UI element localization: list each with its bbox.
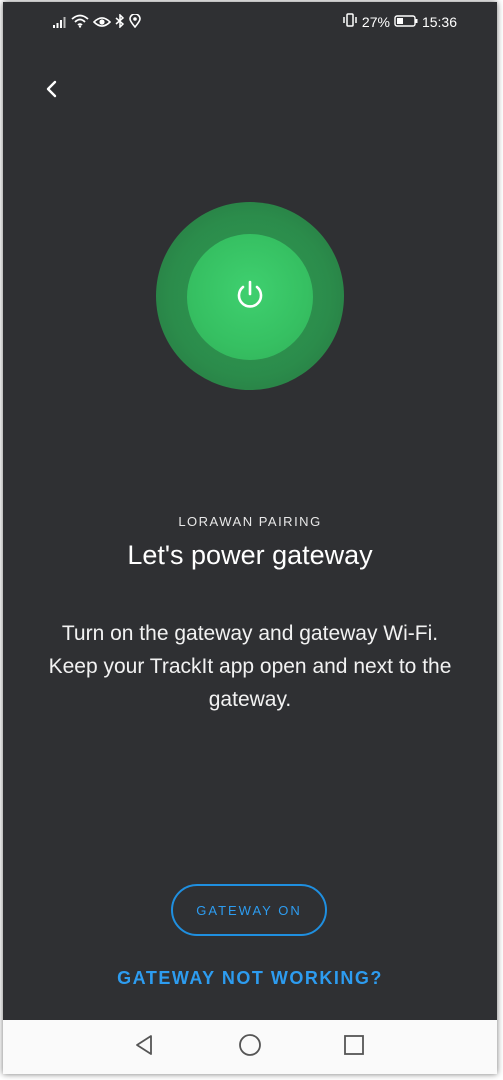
eye-icon (92, 15, 112, 31)
back-button[interactable] (37, 76, 67, 106)
page-description: Turn on the gateway and gateway Wi-Fi. K… (48, 622, 452, 711)
recents-square-icon (342, 1033, 366, 1062)
status-bar: 27% 15:36 (3, 2, 497, 42)
wifi-icon (71, 14, 89, 31)
gateway-on-button[interactable]: GATEWAY ON (171, 884, 327, 936)
bluetooth-icon (115, 13, 125, 31)
location-icon (129, 13, 141, 31)
status-time: 15:36 (421, 13, 457, 30)
page-title: Let's power gateway (127, 540, 373, 570)
home-circle-icon (237, 1032, 263, 1063)
power-button[interactable] (187, 234, 313, 360)
battery-percent: 27% (361, 13, 390, 30)
power-icon (232, 277, 268, 318)
vibrate-icon (342, 13, 358, 30)
app-screen: 27% 15:36 LORAWAN PAIRING Let's power ga… (3, 2, 497, 1074)
nav-home-button[interactable] (235, 1032, 265, 1062)
chevron-left-icon (45, 79, 59, 104)
nav-recents-button[interactable] (339, 1032, 369, 1062)
section-overline: LORAWAN PAIRING (178, 514, 322, 529)
gateway-not-working-link[interactable]: GATEWAY NOT WORKING? (3, 968, 497, 989)
back-triangle-icon (133, 1033, 155, 1062)
status-left-icons (53, 13, 141, 31)
system-nav-bar (3, 1020, 497, 1074)
nav-back-button[interactable] (129, 1032, 159, 1062)
status-right-icons: 27% 15:36 (342, 13, 457, 30)
signal-icon (53, 15, 67, 31)
battery-icon (394, 14, 418, 30)
